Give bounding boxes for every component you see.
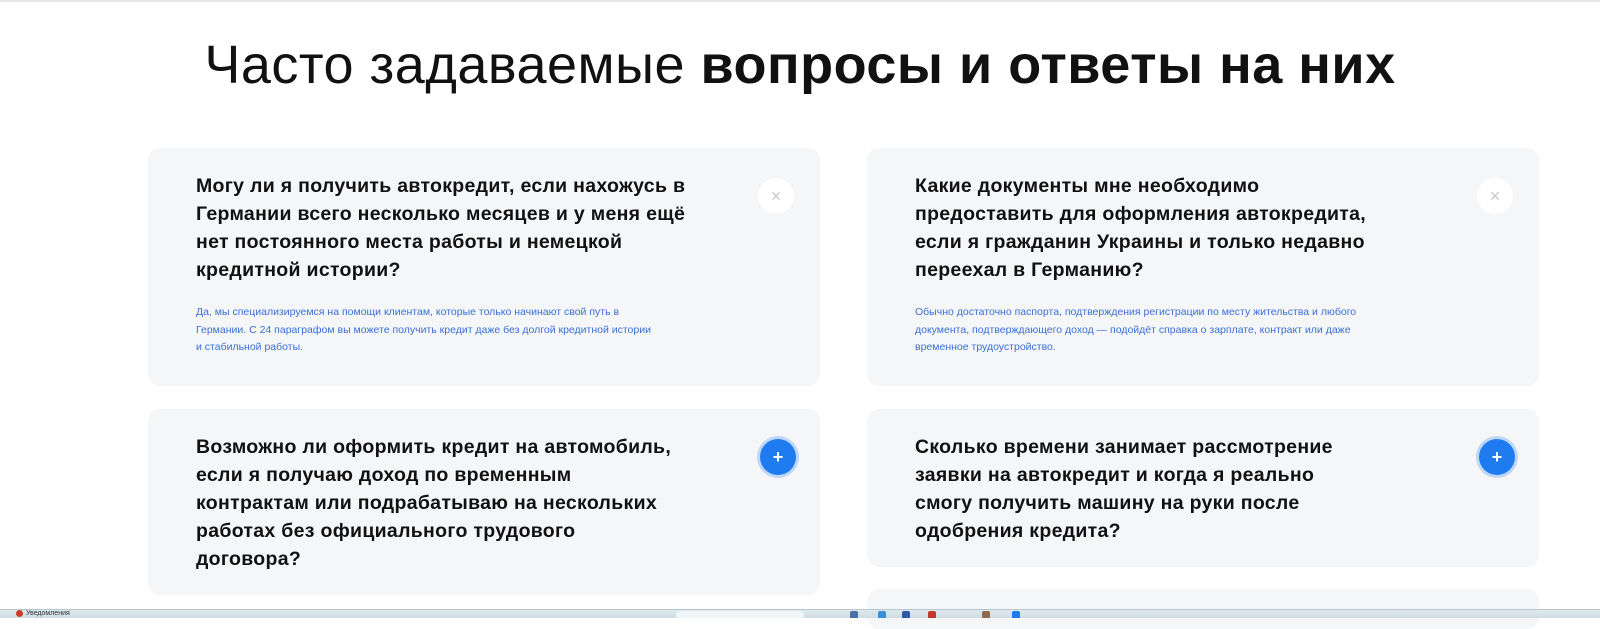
faq-question-1[interactable]: Могу ли я получить автокредит, если нахо… (196, 172, 686, 284)
plus-icon: + (772, 446, 784, 467)
faq-answer-1: Да, мы специализируемся на помощи клиент… (196, 306, 651, 353)
page-title-bold: вопросы и ответы на них (700, 35, 1396, 95)
notification-icon (16, 610, 23, 617)
taskbar-app-label: Уведомления (26, 610, 70, 617)
faq-question-4[interactable]: Сколько времени занимает рассмотрение за… (915, 433, 1365, 545)
faq-question-2[interactable]: Какие документы мне необходимо предостав… (915, 172, 1385, 284)
faq-toggle-close-1[interactable]: × (758, 178, 794, 214)
taskbar-app-icon[interactable] (928, 611, 936, 618)
taskbar-app-icon[interactable] (902, 611, 910, 618)
faq-item-3[interactable]: Возможно ли оформить кредит на автомобил… (148, 409, 820, 595)
faq-item-1[interactable]: Могу ли я получить автокредит, если нахо… (148, 148, 820, 386)
faq-answer-2: Обычно достаточно паспорта, подтверждени… (915, 306, 1357, 353)
page-title-light: Часто задаваемые (204, 35, 685, 95)
close-icon: × (770, 185, 782, 206)
taskbar-app-icon[interactable] (982, 611, 990, 618)
taskbar-notification[interactable]: Уведомления (16, 610, 70, 618)
plus-icon: + (1491, 446, 1503, 467)
top-divider (0, 0, 1600, 2)
faq-toggle-close-2[interactable]: × (1477, 178, 1513, 214)
taskbar-search[interactable] (676, 611, 804, 618)
faq-item-2[interactable]: Какие документы мне необходимо предостав… (867, 148, 1539, 386)
faq-item-4[interactable]: Сколько времени занимает рассмотрение за… (867, 409, 1539, 567)
taskbar-app-icon[interactable] (878, 611, 886, 618)
faq-question-3[interactable]: Возможно ли оформить кредит на автомобил… (196, 433, 676, 573)
taskbar-app-icon[interactable] (850, 611, 858, 618)
faq-toggle-open-3[interactable]: + (760, 439, 796, 475)
close-icon: × (1489, 185, 1501, 206)
faq-toggle-open-4[interactable]: + (1479, 439, 1515, 475)
taskbar-app-icon[interactable] (1012, 611, 1020, 618)
os-taskbar: Уведомления (0, 609, 1600, 618)
page-title: Часто задаваемые вопросы и ответы на них (0, 34, 1600, 96)
